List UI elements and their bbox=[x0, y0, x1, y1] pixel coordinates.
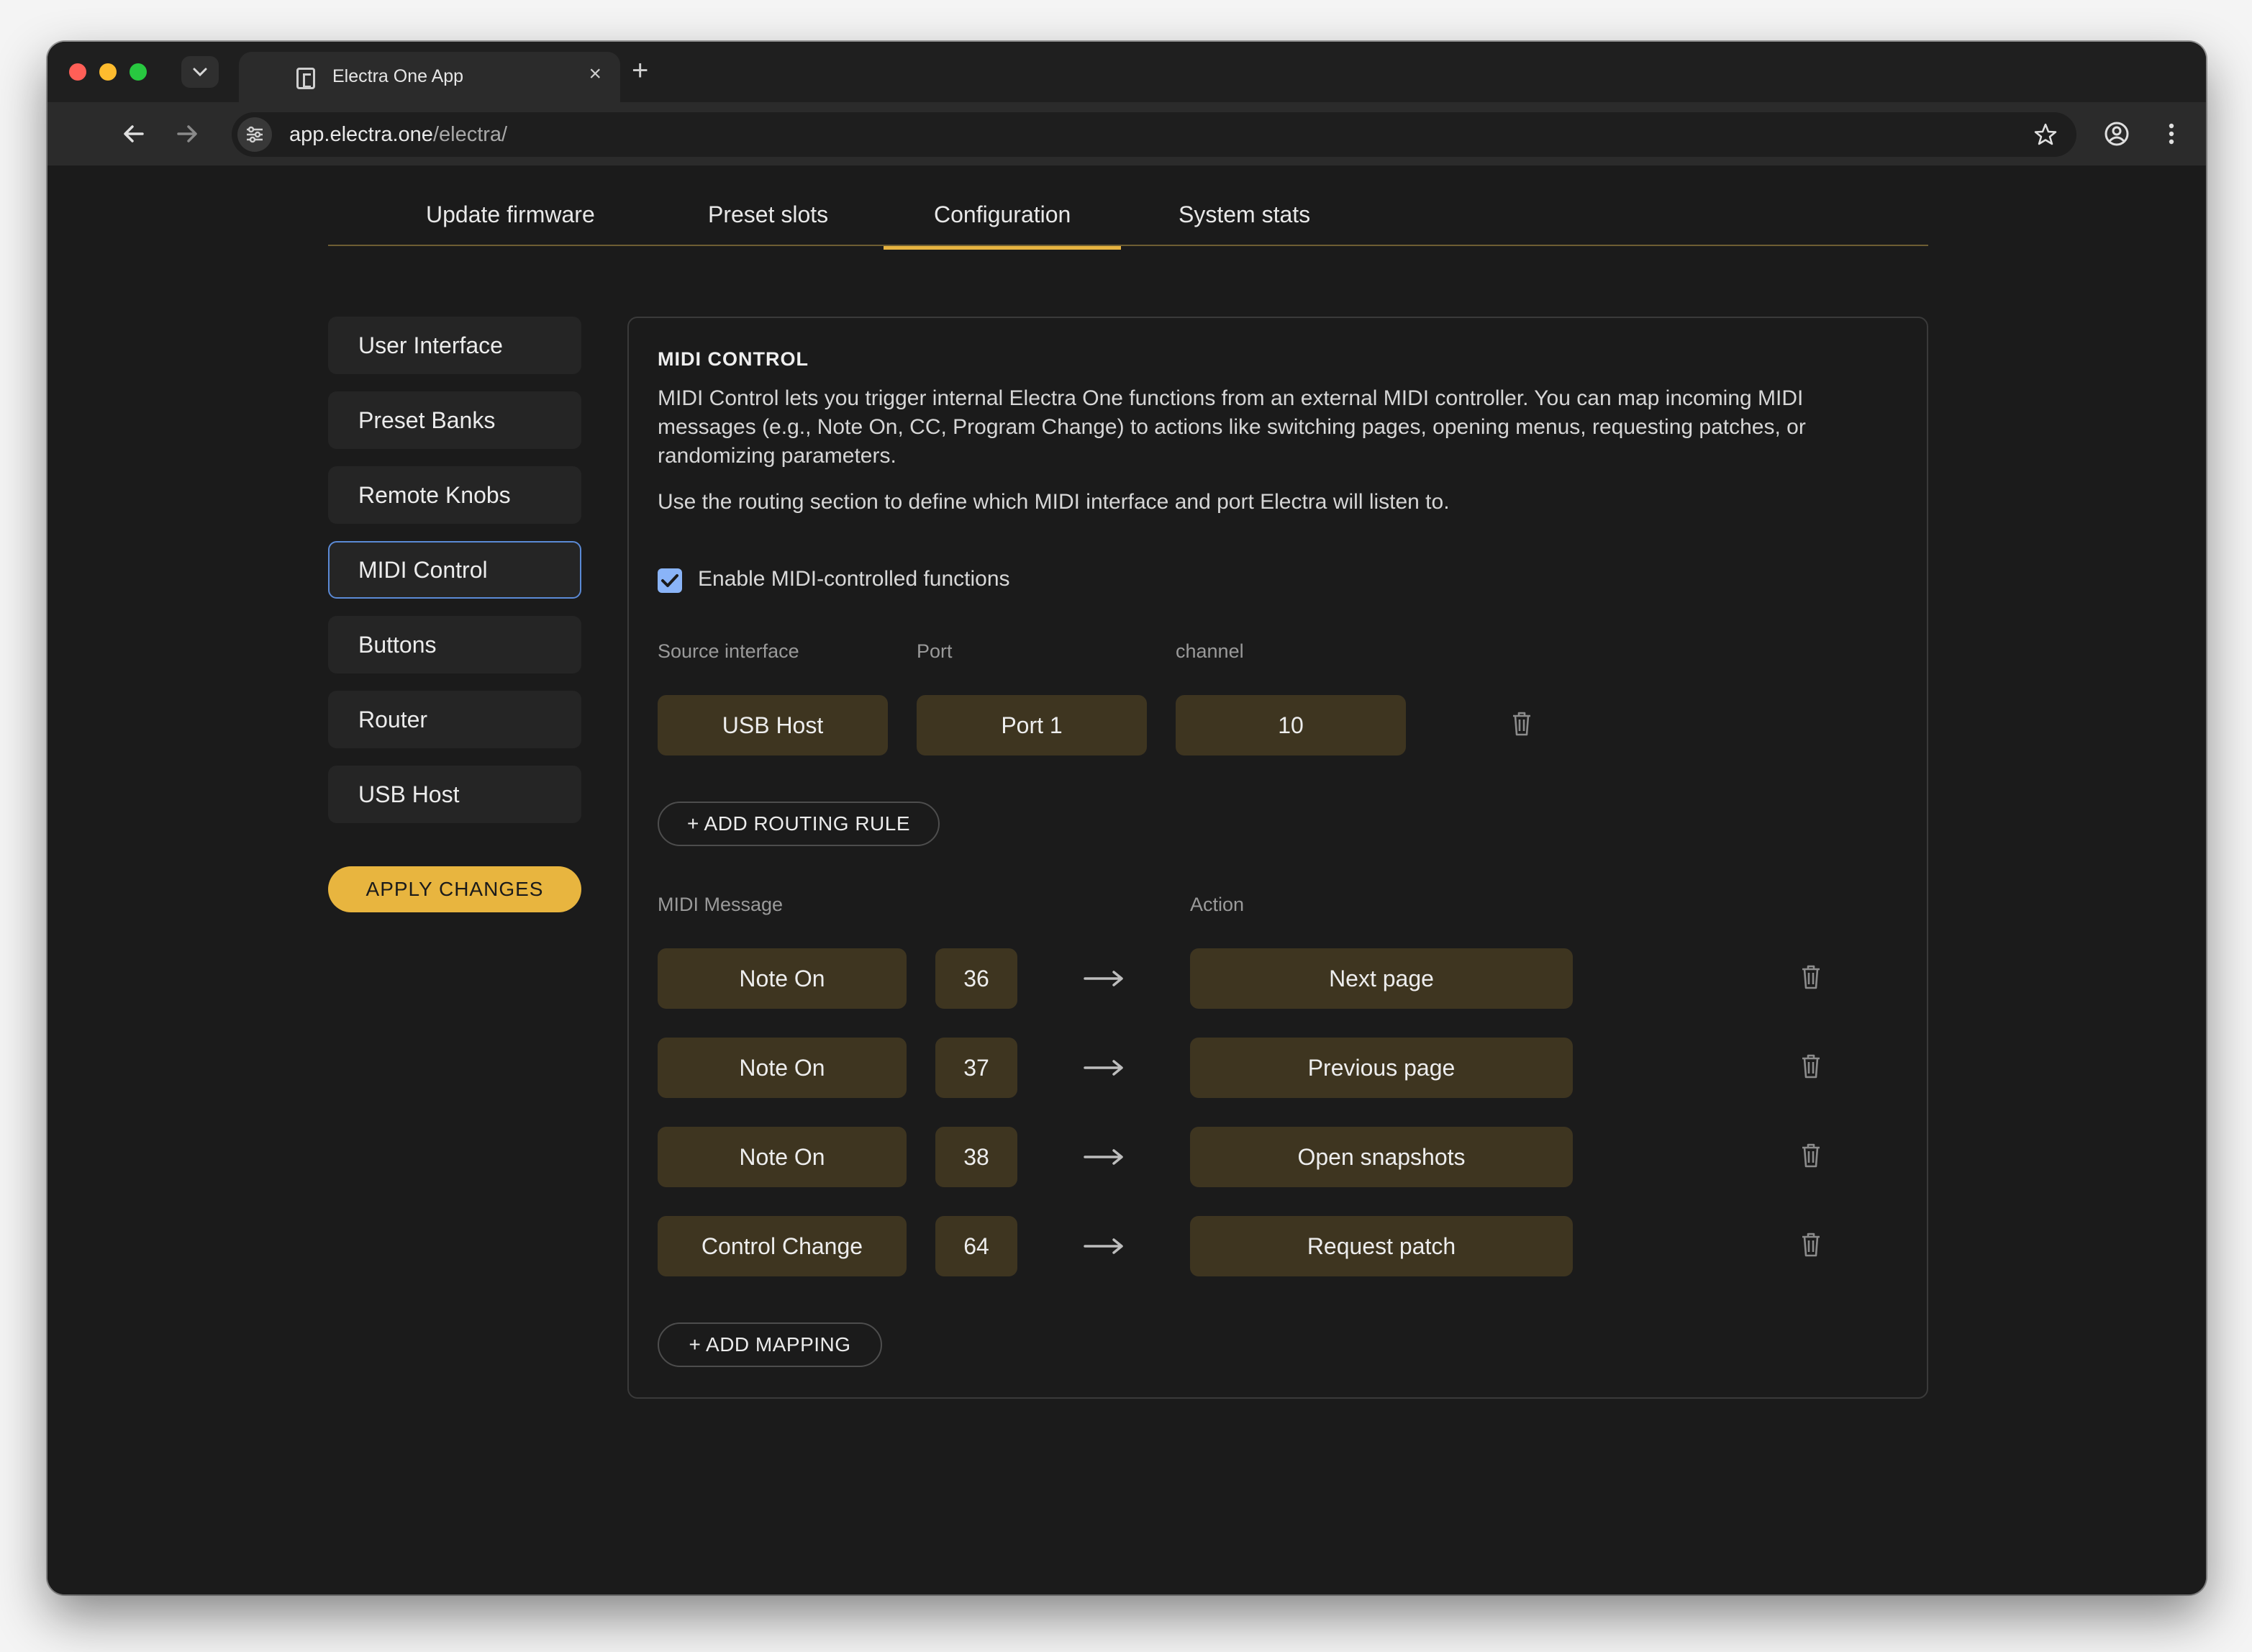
address-bar[interactable]: app.electra.one/electra/ bbox=[232, 112, 2076, 157]
sidebar-item-remote-knobs[interactable]: Remote Knobs bbox=[328, 466, 581, 524]
maximize-window-button[interactable] bbox=[130, 63, 147, 81]
mapping-number-field[interactable]: 64 bbox=[935, 1216, 1017, 1276]
delete-routing-rule-icon[interactable] bbox=[1511, 711, 1533, 737]
arrow-right-icon bbox=[1084, 971, 1123, 986]
arrow-right-icon bbox=[1084, 1149, 1123, 1165]
tab-system-stats[interactable]: System stats bbox=[1179, 201, 1310, 228]
sidebar-item-usb-host[interactable]: USB Host bbox=[328, 766, 581, 823]
close-tab-icon[interactable]: × bbox=[589, 63, 601, 85]
apply-changes-button[interactable]: APPLY CHANGES bbox=[328, 866, 581, 912]
source-interface-select[interactable]: USB Host bbox=[658, 695, 888, 755]
arrow-right-icon bbox=[1084, 1060, 1123, 1076]
source-interface-header: Source interface bbox=[658, 640, 799, 662]
more-menu-icon[interactable] bbox=[2153, 115, 2190, 153]
tab-configuration[interactable]: Configuration bbox=[883, 201, 1122, 250]
sidebar-item-router[interactable]: Router bbox=[328, 691, 581, 748]
add-mapping-button[interactable]: + ADD MAPPING bbox=[658, 1322, 882, 1367]
bookmark-star-icon[interactable] bbox=[2033, 122, 2058, 147]
mapping-action-select[interactable]: Open snapshots bbox=[1190, 1127, 1573, 1187]
sidebar-item-midi-control[interactable]: MIDI Control bbox=[328, 541, 581, 599]
close-window-button[interactable] bbox=[69, 63, 86, 81]
section-title: MIDI CONTROL bbox=[658, 348, 809, 370]
add-routing-rule-button[interactable]: + ADD ROUTING RULE bbox=[658, 802, 940, 846]
back-icon[interactable] bbox=[115, 115, 153, 153]
mapping-message-select[interactable]: Note On bbox=[658, 1038, 907, 1098]
browser-tab-title: Electra One App bbox=[332, 66, 464, 86]
mapping-number-field[interactable]: 36 bbox=[935, 948, 1017, 1009]
tab-strip: Electra One App × + bbox=[47, 42, 2206, 102]
mapping-message-select[interactable]: Control Change bbox=[658, 1216, 907, 1276]
delete-mapping-icon[interactable] bbox=[1800, 1232, 1822, 1258]
mapping-action-select[interactable]: Request patch bbox=[1190, 1216, 1573, 1276]
electra-favicon-icon bbox=[296, 68, 315, 89]
tab-search-button[interactable] bbox=[181, 56, 219, 88]
browser-window: Electra One App × + app.electra.one/elec… bbox=[47, 42, 2206, 1594]
enable-midi-checkbox[interactable] bbox=[658, 568, 682, 593]
routing-hint-text: Use the routing section to define which … bbox=[658, 490, 1450, 514]
minimize-window-button[interactable] bbox=[99, 63, 117, 81]
browser-tab[interactable]: Electra One App × bbox=[239, 52, 620, 102]
new-tab-icon[interactable]: + bbox=[632, 56, 648, 85]
mapping-number-field[interactable]: 38 bbox=[935, 1127, 1017, 1187]
delete-mapping-icon[interactable] bbox=[1800, 1053, 1822, 1079]
port-select[interactable]: Port 1 bbox=[917, 695, 1147, 755]
page-content: Update firmware Preset slots Configurati… bbox=[47, 165, 2206, 1594]
forward-icon[interactable] bbox=[168, 115, 206, 153]
channel-select[interactable]: 10 bbox=[1176, 695, 1406, 755]
sidebar-item-user-interface[interactable]: User Interface bbox=[328, 317, 581, 374]
midi-message-header: MIDI Message bbox=[658, 894, 784, 915]
arrow-right-icon bbox=[1084, 1238, 1123, 1254]
checkmark-icon bbox=[661, 574, 678, 587]
chevron-down-icon bbox=[193, 68, 207, 77]
delete-mapping-icon[interactable] bbox=[1800, 1143, 1822, 1168]
main-tabs: Update firmware Preset slots Configurati… bbox=[328, 165, 1928, 250]
profile-icon[interactable] bbox=[2098, 115, 2135, 153]
enable-midi-label: Enable MIDI-controlled functions bbox=[698, 567, 1010, 591]
mapping-action-select[interactable]: Next page bbox=[1190, 948, 1573, 1009]
browser-toolbar: app.electra.one/electra/ bbox=[47, 102, 2206, 165]
midi-control-panel: MIDI CONTROL MIDI Control lets you trigg… bbox=[627, 317, 1928, 1399]
port-header: Port bbox=[917, 640, 953, 662]
mapping-message-select[interactable]: Note On bbox=[658, 948, 907, 1009]
delete-mapping-icon[interactable] bbox=[1800, 964, 1822, 990]
url-text: app.electra.one/electra/ bbox=[289, 123, 508, 146]
tab-update-firmware[interactable]: Update firmware bbox=[426, 201, 595, 228]
channel-header: channel bbox=[1176, 640, 1244, 662]
description-text: MIDI Control lets you trigger internal E… bbox=[658, 386, 1806, 468]
mapping-action-select[interactable]: Previous page bbox=[1190, 1038, 1573, 1098]
site-settings-icon[interactable] bbox=[237, 117, 272, 152]
tab-preset-slots[interactable]: Preset slots bbox=[708, 201, 828, 228]
mapping-number-field[interactable]: 37 bbox=[935, 1038, 1017, 1098]
action-header: Action bbox=[1190, 894, 1245, 915]
sidebar-item-preset-banks[interactable]: Preset Banks bbox=[328, 391, 581, 449]
sidebar-item-buttons[interactable]: Buttons bbox=[328, 616, 581, 673]
mapping-message-select[interactable]: Note On bbox=[658, 1127, 907, 1187]
